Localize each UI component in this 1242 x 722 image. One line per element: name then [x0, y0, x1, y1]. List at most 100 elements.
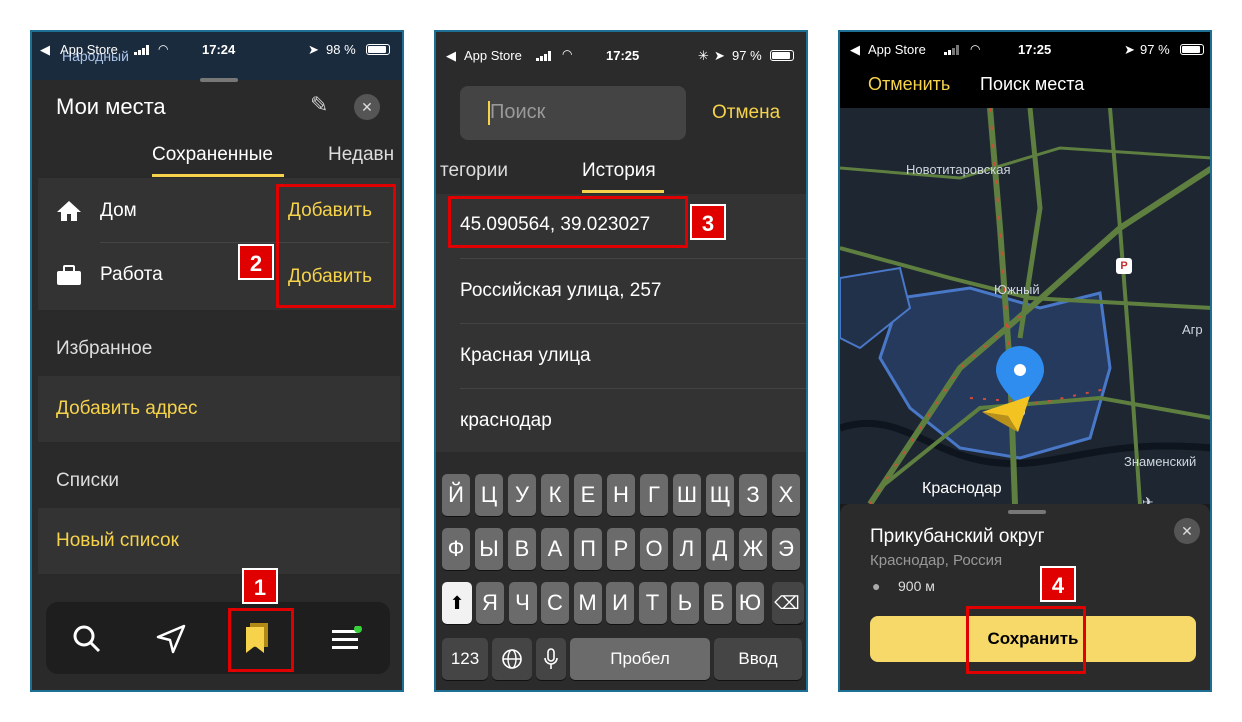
- favorites-card: Добавить адрес: [38, 376, 400, 442]
- status-battery: 97 %: [1140, 42, 1170, 57]
- key-11[interactable]: Х: [772, 474, 800, 516]
- key-7[interactable]: О: [640, 528, 668, 570]
- status-time: 17:25: [1018, 42, 1052, 57]
- key-10[interactable]: З: [739, 474, 767, 516]
- key-2[interactable]: Ц: [475, 474, 503, 516]
- sheet-handle[interactable]: [1008, 510, 1046, 514]
- status-time: 17:24: [202, 42, 236, 57]
- status-bar: ◀ App Store ◠ 17:24 ➤ 98 %: [32, 32, 402, 64]
- key-8[interactable]: Ш: [673, 474, 701, 516]
- page-title: Поиск места: [980, 74, 1085, 94]
- key-7[interactable]: Г: [640, 474, 668, 516]
- back-arrow-icon[interactable]: ◀: [446, 48, 456, 64]
- key-3[interactable]: С: [541, 582, 569, 624]
- loading-icon: ✳: [698, 48, 709, 63]
- search-input[interactable]: Поиск: [460, 86, 686, 140]
- tab-saved[interactable]: Сохраненные: [152, 144, 273, 166]
- key-3[interactable]: В: [508, 528, 536, 570]
- highlight-add-buttons: [276, 184, 396, 308]
- key-9[interactable]: Щ: [706, 474, 734, 516]
- step-badge-2: 2: [238, 244, 274, 280]
- back-arrow-icon[interactable]: ◀: [850, 42, 860, 58]
- key-2[interactable]: Ч: [508, 582, 537, 624]
- microphone-icon[interactable]: [536, 638, 566, 680]
- key-1[interactable]: Й: [442, 474, 470, 516]
- step-badge-1: 1: [242, 568, 278, 604]
- signal-icon: [134, 45, 150, 55]
- key-5[interactable]: П: [574, 528, 602, 570]
- status-battery: 97 %: [732, 48, 762, 63]
- highlight-save: [966, 606, 1086, 674]
- key-9[interactable]: Д: [706, 528, 734, 570]
- tab-indicator: [152, 174, 284, 177]
- key-11[interactable]: Э: [772, 528, 800, 570]
- battery-icon: [770, 50, 794, 61]
- key-6[interactable]: Т: [638, 582, 667, 624]
- key-1[interactable]: Я: [476, 582, 504, 624]
- battery-icon: [1180, 44, 1204, 55]
- tab-recent[interactable]: Недавн: [328, 144, 394, 166]
- wifi-icon: ◠: [562, 47, 573, 61]
- key-4[interactable]: М: [573, 582, 602, 624]
- work-label: Работа: [100, 264, 163, 285]
- globe-icon[interactable]: [492, 638, 532, 680]
- navigation-icon[interactable]: [156, 624, 186, 659]
- map-label-novotitarovskaya: Новотитаровская: [906, 162, 1011, 177]
- highlight-bookmarks: [228, 608, 294, 672]
- close-icon[interactable]: ✕: [1174, 518, 1200, 544]
- key-3[interactable]: У: [508, 474, 536, 516]
- history-item-red-street[interactable]: Красная улица: [460, 345, 591, 367]
- space-key[interactable]: Пробел: [570, 638, 710, 680]
- history-item-krasnodar[interactable]: краснодар: [460, 410, 552, 432]
- tab-history[interactable]: История: [582, 160, 656, 182]
- search-icon[interactable]: [72, 624, 102, 659]
- cancel-button[interactable]: Отменить: [868, 74, 950, 95]
- key-10[interactable]: Ж: [739, 528, 767, 570]
- location-arrow-icon: ➤: [714, 48, 725, 63]
- key-6[interactable]: Р: [607, 528, 635, 570]
- status-bar: ◀ App Store ◠ 17:25 ➤ 97 %: [840, 32, 1210, 64]
- battery-icon: [366, 44, 390, 55]
- lists-title: Списки: [56, 470, 120, 491]
- enter-key[interactable]: Ввод: [714, 638, 802, 680]
- key-5[interactable]: И: [606, 582, 634, 624]
- menu-icon[interactable]: [332, 625, 362, 657]
- key-4[interactable]: А: [541, 528, 569, 570]
- key-4[interactable]: К: [541, 474, 569, 516]
- history-item-russian-street[interactable]: Российская улица, 257: [460, 280, 662, 302]
- key-7[interactable]: Ь: [671, 582, 699, 624]
- edit-pencil-icon[interactable]: ✎: [310, 92, 328, 118]
- row-divider: [460, 388, 806, 389]
- key-6[interactable]: Н: [607, 474, 635, 516]
- key-8[interactable]: Б: [703, 582, 732, 624]
- row-divider: [460, 258, 806, 259]
- status-carrier: App Store: [464, 48, 522, 63]
- tab-categories[interactable]: тегории: [440, 160, 508, 182]
- key-9[interactable]: Ю: [736, 582, 764, 624]
- new-list-button[interactable]: Новый список: [56, 530, 179, 552]
- status-carrier: App Store: [868, 42, 926, 57]
- location-arrow-icon: ➤: [308, 42, 319, 57]
- lists-card: Новый список: [38, 508, 400, 574]
- map-view[interactable]: Новотитаровская Южный Агр Знаменский Кра…: [840, 108, 1210, 504]
- place-subtitle: Краснодар, Россия: [870, 552, 1003, 569]
- backspace-icon[interactable]: ⌫: [772, 582, 802, 624]
- favorites-title: Избранное: [56, 338, 153, 359]
- search-placeholder: Поиск: [490, 101, 546, 123]
- key-1[interactable]: Ф: [442, 528, 470, 570]
- map-label-krasnodar: Краснодар: [922, 480, 1002, 497]
- status-battery: 98 %: [326, 42, 356, 57]
- screen-search: ◀ App Store ◠ 17:25 ✳ ➤ 97 % Поиск Отмен…: [434, 30, 808, 692]
- place-card: Прикубанский округ Краснодар, Россия ✕ ●…: [840, 504, 1210, 690]
- key-8[interactable]: Л: [673, 528, 701, 570]
- sheet-handle[interactable]: [200, 78, 238, 82]
- cancel-button[interactable]: Отмена: [712, 102, 780, 124]
- close-icon[interactable]: ✕: [354, 94, 380, 120]
- key-5[interactable]: Е: [574, 474, 602, 516]
- back-arrow-icon[interactable]: ◀: [40, 42, 50, 58]
- add-address-button[interactable]: Добавить адрес: [56, 398, 198, 420]
- page-title: Мои места: [56, 94, 166, 119]
- shift-icon[interactable]: ⬆: [442, 582, 472, 624]
- numbers-key[interactable]: 123: [442, 638, 488, 680]
- key-2[interactable]: Ы: [475, 528, 503, 570]
